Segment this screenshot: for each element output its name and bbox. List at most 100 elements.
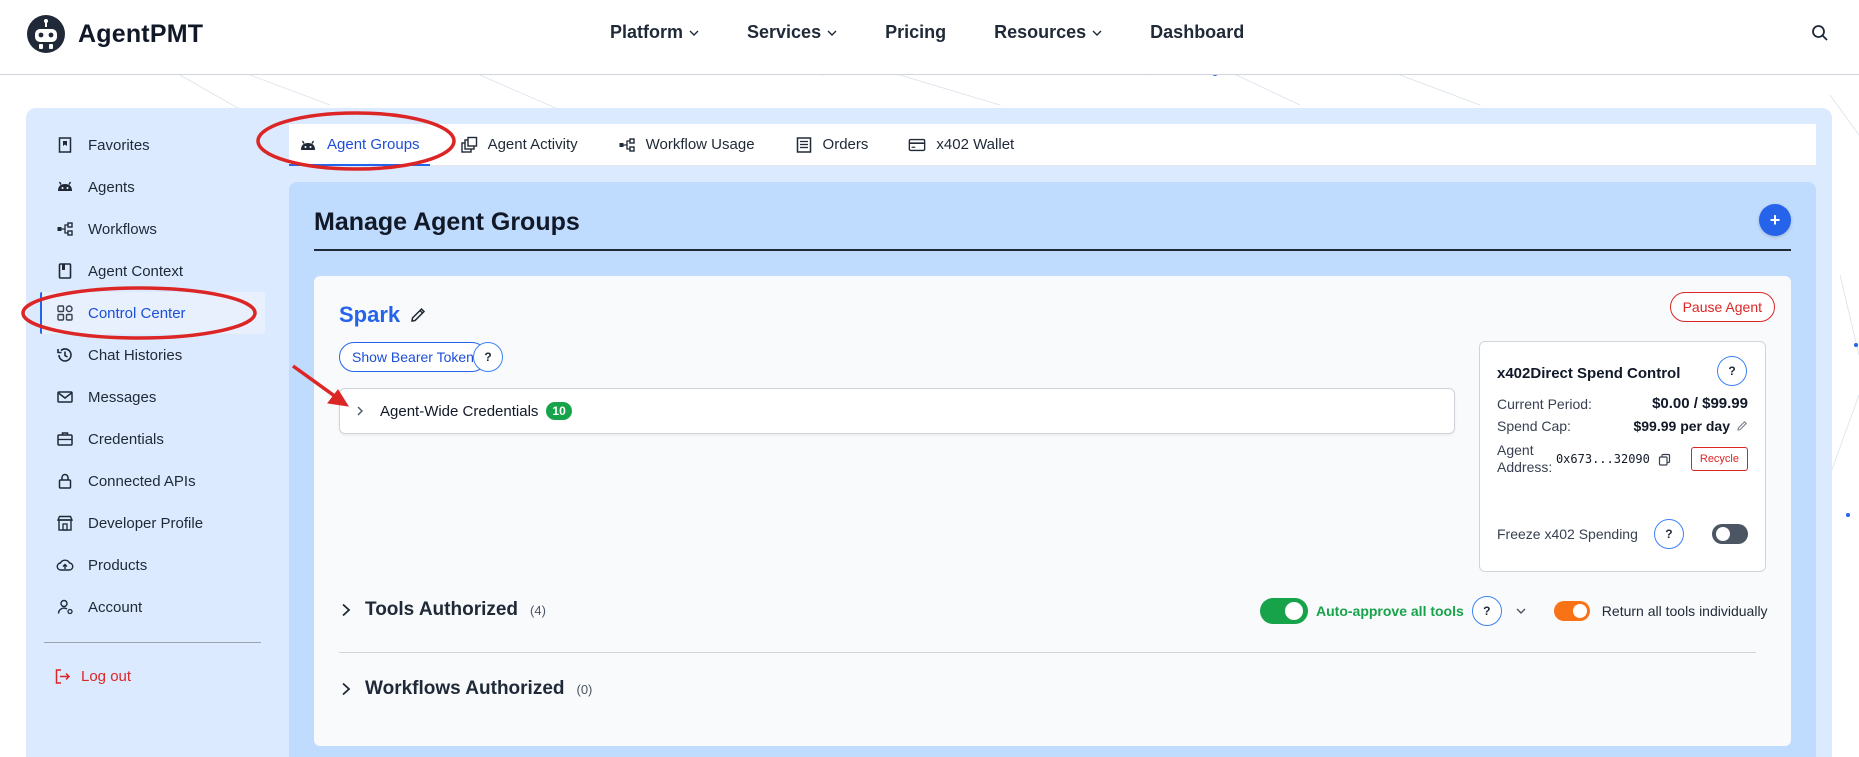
nav-pricing[interactable]: Pricing <box>885 22 946 43</box>
search-icon[interactable] <box>1811 24 1829 42</box>
sidebar-item-workflows[interactable]: Workflows <box>40 208 265 250</box>
nav-platform-label: Platform <box>610 22 684 42</box>
page-title: Manage Agent Groups <box>314 208 580 236</box>
robot-logo-icon <box>27 15 65 53</box>
sidebar-item-credentials[interactable]: Credentials <box>40 418 265 460</box>
agent-address-value: 0x673...32090 <box>1555 452 1650 466</box>
store-icon <box>56 515 74 531</box>
spend-cap-row: Spend Cap: $99.99 per day <box>1497 418 1748 434</box>
tab-workflow-usage[interactable]: Workflow Usage <box>618 124 755 166</box>
sidebar-item-products[interactable]: Products <box>40 544 265 586</box>
sidebar-item-agents[interactable]: Agents <box>40 166 265 208</box>
sidebar-item-label: Favorites <box>88 136 150 154</box>
book-icon <box>58 263 72 279</box>
grid-icon <box>57 305 73 321</box>
copy-icon[interactable] <box>1658 453 1671 466</box>
tools-authorized-accordion[interactable]: Tools Authorized (4) <box>339 599 546 621</box>
return-tools-toggle[interactable] <box>1553 601 1590 621</box>
history-icon <box>57 348 72 362</box>
logout-button[interactable]: Log out <box>40 661 265 691</box>
cloud-upload-icon <box>56 559 74 571</box>
pencil-icon[interactable] <box>1736 420 1748 432</box>
sidebar-item-label: Agent Context <box>88 262 184 280</box>
lock-icon <box>58 473 72 489</box>
manage-agent-groups-panel: Manage Agent Groups + Spark Pause Agent … <box>289 182 1816 757</box>
recycle-address-button[interactable]: Recycle <box>1690 447 1748 471</box>
tab-agent-groups[interactable]: Agent Groups <box>289 124 430 166</box>
nav-pricing-label: Pricing <box>885 22 947 42</box>
freeze-spending-label: Freeze x402 Spending <box>1497 526 1638 542</box>
freeze-spending-toggle[interactable] <box>1712 524 1748 544</box>
activity-icon <box>460 136 477 153</box>
brand-logo[interactable]: AgentPMT <box>26 14 203 54</box>
main-nav: Platform Services Pricing Resources Dash… <box>610 22 1244 43</box>
freeze-help-button[interactable]: ? <box>1653 519 1684 549</box>
nav-services-label: Services <box>747 22 822 42</box>
auto-approve-toggle[interactable] <box>1260 598 1308 624</box>
sidebar-item-account[interactable]: Account <box>40 586 265 628</box>
agent-wide-credentials-accordion[interactable]: Agent-Wide Credentials 10 <box>339 388 1455 434</box>
tab-label: x402 Wallet <box>936 136 1015 153</box>
nav-dashboard[interactable]: Dashboard <box>1150 22 1244 43</box>
nav-resources-label: Resources <box>994 22 1087 42</box>
agent-address-label-line2: Address: <box>1497 459 1553 475</box>
tab-label: Agent Groups <box>327 136 420 153</box>
chevron-down-icon <box>689 30 699 36</box>
spend-cap-label: Spend Cap: <box>1497 418 1571 434</box>
agent-card: Spark Pause Agent Show Bearer Token ? Ag… <box>314 276 1791 746</box>
tab-label: Agent Activity <box>487 136 578 153</box>
tab-label: Orders <box>822 136 869 153</box>
tab-x402-wallet[interactable]: x402 Wallet <box>908 124 1014 166</box>
spend-control-title: x402Direct Spend Control <box>1497 365 1681 382</box>
sidebar-item-connected-apis[interactable]: Connected APIs <box>40 460 265 502</box>
workflow-icon <box>619 137 635 152</box>
sidebar-item-favorites[interactable]: Favorites <box>40 124 265 166</box>
workflows-authorized-count: (0) <box>576 681 593 697</box>
sidebar: Favorites Agents Workflows Agent Context… <box>40 124 265 691</box>
workflows-authorized-accordion[interactable]: Workflows Authorized (0) <box>339 678 592 700</box>
nav-services[interactable]: Services <box>747 22 837 43</box>
sidebar-item-label: Account <box>88 598 143 616</box>
sidebar-item-control-center[interactable]: Control Center <box>40 292 265 334</box>
tab-agent-activity[interactable]: Agent Activity <box>460 124 578 166</box>
sidebar-item-agent-context[interactable]: Agent Context <box>40 250 265 292</box>
sidebar-divider <box>44 642 261 643</box>
sidebar-item-label: Workflows <box>88 220 157 238</box>
orders-icon <box>796 136 811 153</box>
logout-label: Log out <box>81 667 132 685</box>
agent-address-label: Agent Address: <box>1497 442 1552 476</box>
mail-icon <box>57 391 73 403</box>
credentials-count-badge: 10 <box>546 402 572 420</box>
top-header: AgentPMT Platform Services Pricing Resou… <box>0 0 1859 75</box>
auto-approve-help-button[interactable]: ? <box>1471 596 1502 626</box>
return-tools-label: Return all tools individually <box>1601 603 1768 619</box>
spend-help-button[interactable]: ? <box>1717 356 1747 386</box>
sidebar-item-chat-histories[interactable]: Chat Histories <box>40 334 265 376</box>
tab-orders[interactable]: Orders <box>795 124 869 166</box>
chevron-down-icon[interactable] <box>1514 604 1528 618</box>
sidebar-item-label: Messages <box>88 388 157 406</box>
sidebar-item-label: Agents <box>88 178 135 196</box>
robot-icon <box>301 140 315 150</box>
freeze-spending-row: Freeze x402 Spending ? <box>1497 519 1748 549</box>
add-agent-group-button[interactable]: + <box>1759 204 1791 236</box>
sidebar-item-label: Developer Profile <box>88 514 204 532</box>
robot-icon <box>58 181 72 191</box>
bearer-help-button[interactable]: ? <box>473 342 503 372</box>
current-period-value: $0.00 / $99.99 <box>1652 395 1748 412</box>
nav-dashboard-label: Dashboard <box>1150 22 1245 42</box>
workflow-icon <box>57 222 73 236</box>
chevron-right-icon <box>342 682 351 696</box>
current-period-row: Current Period: $0.00 / $99.99 <box>1497 395 1748 412</box>
title-divider <box>314 249 1791 251</box>
show-bearer-token-button[interactable]: Show Bearer Token <box>339 342 487 372</box>
bookmark-icon <box>58 137 72 153</box>
pencil-icon[interactable] <box>409 306 427 324</box>
nav-resources[interactable]: Resources <box>994 22 1102 43</box>
nav-platform[interactable]: Platform <box>610 22 699 43</box>
sidebar-item-messages[interactable]: Messages <box>40 376 265 418</box>
pause-agent-button[interactable]: Pause Agent <box>1669 292 1775 322</box>
sidebar-item-developer-profile[interactable]: Developer Profile <box>40 502 265 544</box>
sidebar-item-label: Connected APIs <box>88 472 196 490</box>
credentials-label: Agent-Wide Credentials <box>380 402 539 420</box>
